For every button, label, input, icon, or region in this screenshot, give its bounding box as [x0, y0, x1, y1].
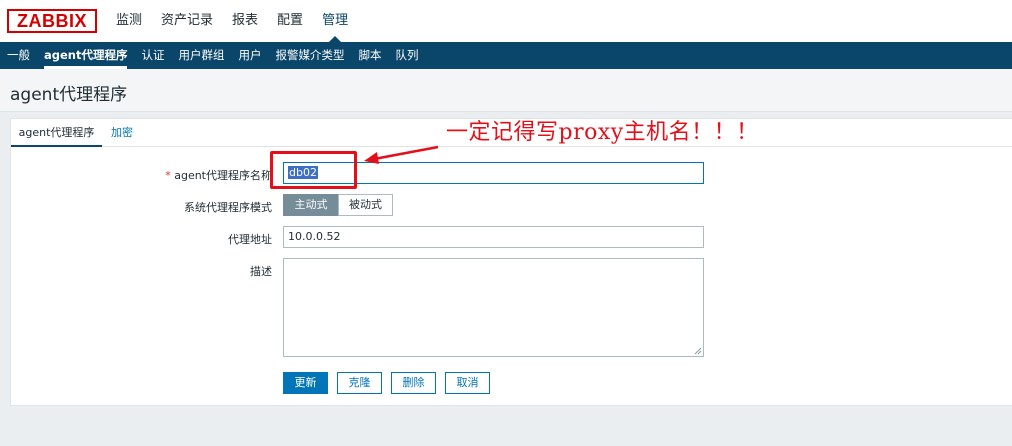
sub-menu-queue[interactable]: 队列 — [388, 42, 425, 69]
main-menu: 监测 资产记录 报表 配置 管理 — [116, 0, 367, 42]
sub-menu-media-types[interactable]: 报警媒介类型 — [268, 42, 351, 69]
annotation-arrow-icon — [364, 145, 439, 164]
tab-proxy[interactable]: agent代理程序 — [11, 119, 102, 147]
sub-menu-general[interactable]: 一般 — [0, 42, 37, 69]
proxy-mode-label: 系统代理程序模式 — [184, 201, 272, 214]
zabbix-logo[interactable]: ZABBIX — [7, 9, 97, 33]
top-header: ZABBIX 监测 资产记录 报表 配置 管理 — [0, 0, 1012, 42]
tab-encryption[interactable]: 加密 — [111, 119, 133, 147]
proxy-name-label: * agent代理程序名称 — [72, 167, 272, 183]
title-bar: agent代理程序 — [0, 69, 1012, 112]
description-textarea[interactable] — [283, 258, 704, 357]
sub-menu: 一般 agent代理程序 认证 用户群组 用户 报警媒介类型 脚本 队列 — [0, 42, 1012, 69]
update-button[interactable]: 更新 — [283, 372, 328, 394]
main-menu-reports[interactable]: 报表 — [232, 0, 258, 42]
main-menu-inventory[interactable]: 资产记录 — [161, 0, 213, 42]
delete-button[interactable]: 删除 — [391, 372, 436, 394]
proxy-name-label-text: agent代理程序名称 — [174, 169, 272, 182]
required-mark: * — [165, 169, 171, 182]
main-menu-administration[interactable]: 管理 — [322, 0, 348, 42]
annotation-text: 一定记得写proxy主机名！！！ — [446, 120, 759, 145]
mode-active-button[interactable]: 主动式 — [283, 194, 339, 216]
page-title: agent代理程序 — [10, 85, 128, 105]
proxy-address-input[interactable]: 10.0.0.52 — [283, 226, 704, 248]
sub-menu-proxies[interactable]: agent代理程序 — [37, 42, 134, 69]
mode-passive-button[interactable]: 被动式 — [338, 194, 393, 216]
sub-menu-users[interactable]: 用户 — [231, 42, 268, 69]
description-label: 描述 — [250, 265, 272, 278]
clone-button[interactable]: 克隆 — [337, 372, 382, 394]
proxy-address-label: 代理地址 — [228, 233, 272, 246]
main-menu-monitoring[interactable]: 监测 — [116, 0, 142, 42]
resize-grip-icon[interactable] — [694, 347, 702, 355]
cancel-button[interactable]: 取消 — [445, 372, 490, 394]
sub-menu-authentication[interactable]: 认证 — [134, 42, 171, 69]
main-menu-configuration[interactable]: 配置 — [277, 0, 303, 42]
annotation-highlight-box — [270, 151, 357, 189]
sub-menu-user-groups[interactable]: 用户群组 — [171, 42, 231, 69]
sub-menu-scripts[interactable]: 脚本 — [351, 42, 388, 69]
